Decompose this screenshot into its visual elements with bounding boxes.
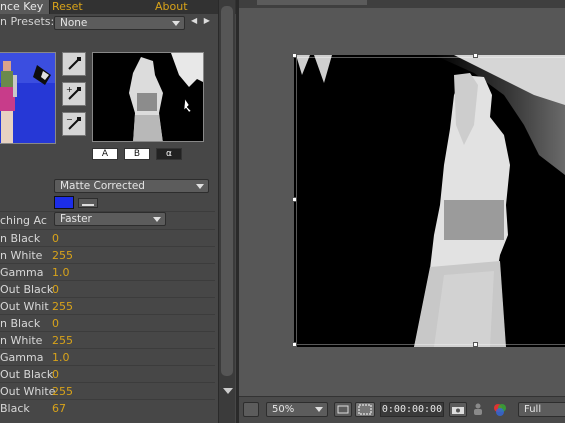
settings-icon[interactable] [243, 402, 259, 417]
presets-label: n Presets: [0, 15, 55, 28]
source-thumbnail [0, 52, 56, 144]
resolution-dropdown[interactable]: Full [518, 402, 565, 417]
property-label: Gamma [0, 266, 44, 279]
property-label: Out Whit [0, 300, 49, 313]
property-value[interactable]: 255 [52, 334, 73, 347]
svg-text:+: + [66, 85, 73, 94]
scroll-thumb[interactable] [221, 6, 233, 376]
preset-nav-arrows-icon[interactable]: ◀ ▶ [191, 16, 212, 25]
zoom-dropdown[interactable]: 50% [266, 402, 328, 417]
property-label: Out Black [0, 283, 54, 296]
transform-handle[interactable] [292, 342, 297, 347]
transform-handle[interactable] [473, 342, 478, 347]
eyedropper-minus-icon: − [66, 115, 81, 130]
property-value[interactable]: 0 [52, 283, 59, 296]
swatch-eyedropper-icon[interactable] [78, 198, 98, 208]
property-row[interactable]: Gamma 1.0 [0, 348, 215, 365]
property-label: n Black [0, 232, 41, 245]
property-row[interactable]: Black 67 [0, 399, 215, 416]
property-row[interactable]: n Black 0 [0, 314, 215, 331]
about-link[interactable]: About [155, 0, 188, 14]
transform-handle[interactable] [292, 197, 297, 202]
property-value[interactable]: 1.0 [52, 351, 70, 364]
scroll-down-icon[interactable] [223, 388, 233, 394]
property-value[interactable]: 0 [52, 368, 59, 381]
property-row[interactable]: Out Black 0 [0, 280, 215, 297]
view-alpha-button[interactable]: α [156, 148, 182, 160]
output-value: Matte Corrected [60, 180, 145, 192]
matching-dropdown[interactable]: Faster [54, 212, 166, 226]
monitor-tab[interactable] [257, 0, 367, 5]
output-dropdown[interactable]: Matte Corrected [54, 179, 209, 193]
program-monitor: 50% 0:00:00:00 Full [239, 0, 565, 423]
panel-scrollbar[interactable] [218, 0, 235, 423]
property-value[interactable]: 0 [52, 232, 59, 245]
property-value[interactable]: 255 [52, 300, 73, 313]
svg-text:−: − [66, 115, 73, 124]
chevron-down-icon [153, 217, 161, 222]
property-row[interactable]: Out Whit 255 [0, 297, 215, 314]
transform-handle[interactable] [292, 53, 297, 58]
tab-color-difference-key[interactable]: nce Key [0, 0, 51, 14]
reset-link[interactable]: Reset [52, 0, 83, 14]
property-label: Black [0, 402, 30, 415]
monitor-controls-bar: 50% 0:00:00:00 Full [239, 396, 565, 423]
safe-margins-icon[interactable] [334, 402, 352, 417]
eyedropper-subtract-color[interactable]: − [62, 112, 86, 136]
eyedropper-plus-icon: + [66, 85, 81, 100]
chevron-down-icon [172, 21, 180, 26]
presets-value: None [60, 17, 88, 29]
property-row[interactable]: Out White 255 [0, 382, 215, 399]
camera-snapshot-icon[interactable] [449, 402, 467, 417]
key-color-swatch[interactable] [54, 196, 74, 209]
property-label: Out White [0, 385, 56, 398]
person-icon[interactable] [471, 402, 487, 417]
property-row[interactable]: Out Black 0 [0, 365, 215, 382]
property-label: n White [0, 249, 43, 262]
transform-handle[interactable] [473, 53, 478, 58]
color-channels-icon[interactable] [491, 402, 511, 417]
property-row[interactable]: Gamma 1.0 [0, 263, 215, 280]
timecode-display[interactable]: 0:00:00:00 [380, 402, 444, 417]
property-value[interactable]: 67 [52, 402, 66, 415]
chevron-down-icon [196, 184, 204, 189]
property-value[interactable]: 255 [52, 385, 73, 398]
matte-preview [92, 52, 204, 142]
property-row[interactable]: n White 255 [0, 331, 215, 348]
property-label: Out Black [0, 368, 54, 381]
toggle-transparency-grid-icon[interactable] [355, 402, 375, 417]
view-b-button[interactable]: B [124, 148, 150, 160]
property-row[interactable]: n Black 0 [0, 229, 215, 246]
matching-value: Faster [60, 213, 92, 225]
property-row[interactable]: n White 255 [0, 246, 215, 263]
property-value[interactable]: 1.0 [52, 266, 70, 279]
view-a-button[interactable]: A [92, 148, 118, 160]
property-value[interactable]: 0 [52, 317, 59, 330]
zoom-value: 50% [272, 404, 295, 415]
eyedropper-add-color[interactable]: + [62, 82, 86, 106]
matching-label: ching Ac [0, 214, 47, 227]
chevron-down-icon [315, 407, 323, 412]
property-value[interactable]: 255 [52, 249, 73, 262]
property-label: n Black [0, 317, 41, 330]
property-label: n White [0, 334, 43, 347]
eyedropper-icon [68, 57, 81, 70]
resolution-value: Full [524, 404, 542, 415]
property-label: Gamma [0, 351, 44, 364]
effect-controls-panel: nce Key Reset About n Presets: None ◀ ▶ … [0, 0, 237, 423]
transform-bounding-box [296, 57, 565, 345]
presets-dropdown[interactable]: None [54, 16, 185, 30]
monitor-tab-bar [239, 0, 565, 8]
eyedropper-key-color[interactable] [62, 52, 86, 76]
